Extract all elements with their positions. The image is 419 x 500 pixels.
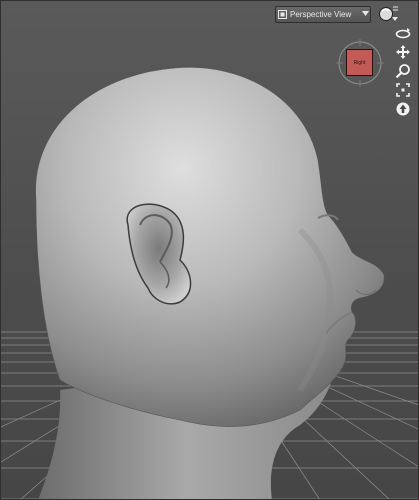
zoom-icon [395, 63, 410, 78]
pan-button[interactable] [394, 43, 412, 60]
head-model [35, 67, 385, 427]
view-selector-label: Perspective View [290, 10, 352, 19]
pan-icon [396, 44, 410, 59]
frame-button[interactable] [394, 81, 412, 98]
3d-viewport[interactable]: Perspective View Right [0, 0, 419, 500]
frame-icon [396, 82, 410, 97]
nav-cube-face[interactable]: Right [346, 49, 373, 76]
orbit-icon [395, 27, 411, 38]
draw-style-button[interactable] [377, 5, 399, 25]
navigation-cube[interactable]: Right [335, 38, 385, 88]
nav-cube-face-label: Right [353, 59, 366, 66]
render-sphere-icon [379, 6, 398, 21]
reset-view-button[interactable] [394, 100, 412, 117]
reset-view-icon [396, 102, 410, 115]
zoom-button[interactable] [394, 62, 412, 79]
orbit-button[interactable] [394, 24, 412, 41]
camera-icon [276, 6, 288, 23]
chevron-down-icon [360, 11, 370, 18]
view-selector-dropdown[interactable]: Perspective View [275, 6, 371, 23]
viewport-nav-toolbar [393, 24, 413, 117]
